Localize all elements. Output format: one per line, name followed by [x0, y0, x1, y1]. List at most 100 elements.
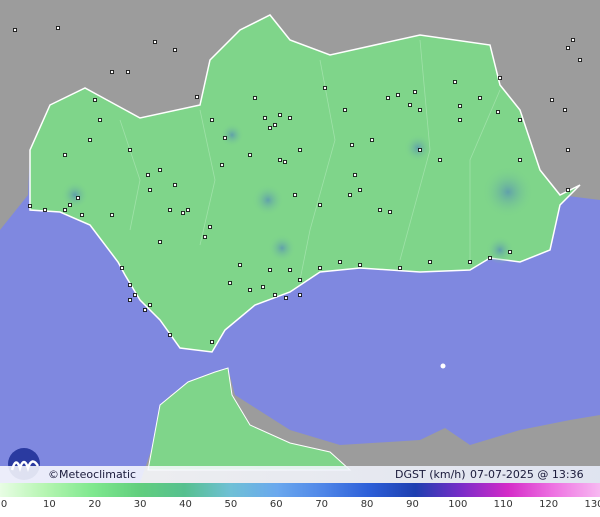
station-marker [210, 340, 214, 344]
station-marker [253, 96, 257, 100]
station-marker [56, 26, 60, 30]
alboran-island [440, 363, 446, 369]
station-marker [350, 143, 354, 147]
station-marker [428, 260, 432, 264]
station-marker [508, 250, 512, 254]
station-marker [566, 148, 570, 152]
station-marker [13, 28, 17, 32]
station-marker [28, 204, 32, 208]
station-marker [203, 235, 207, 239]
legend-tick: 20 [88, 499, 102, 510]
color-legend: 0 10 20 30 40 50 60 70 80 90 100 110 120 130 [0, 483, 600, 517]
legend-color-bar [0, 483, 600, 497]
station-marker [120, 266, 124, 270]
legend-tick: 30 [133, 499, 147, 510]
station-marker [550, 98, 554, 102]
station-marker [76, 196, 80, 200]
legend-tick: 130 [584, 499, 600, 510]
legend-tick: 100 [448, 499, 468, 510]
wind-hotspot [220, 123, 244, 147]
station-marker [578, 58, 582, 62]
station-marker [353, 173, 357, 177]
station-marker [273, 123, 277, 127]
station-marker [268, 268, 272, 272]
station-marker [571, 38, 575, 42]
station-marker [343, 108, 347, 112]
station-marker [288, 268, 292, 272]
station-marker [98, 118, 102, 122]
station-marker [220, 163, 224, 167]
station-marker [386, 96, 390, 100]
station-marker [148, 303, 152, 307]
station-marker [388, 210, 392, 214]
station-marker [208, 225, 212, 229]
station-marker [80, 213, 84, 217]
station-marker [338, 260, 342, 264]
map-view[interactable] [0, 0, 600, 483]
station-marker [133, 293, 137, 297]
station-marker [143, 308, 147, 312]
station-marker [128, 283, 132, 287]
station-marker [458, 118, 462, 122]
station-marker [413, 90, 417, 94]
station-marker [88, 138, 92, 142]
station-marker [563, 108, 567, 112]
station-marker [210, 118, 214, 122]
station-marker [146, 173, 150, 177]
station-marker [168, 208, 172, 212]
variable-label: DGST (km/h) [395, 468, 466, 481]
station-marker [126, 70, 130, 74]
station-marker [453, 80, 457, 84]
station-marker [181, 211, 185, 215]
station-marker [158, 168, 162, 172]
wind-hotspot [482, 166, 534, 218]
station-marker [478, 96, 482, 100]
station-marker [468, 260, 472, 264]
station-marker [318, 266, 322, 270]
station-marker [298, 148, 302, 152]
station-marker [173, 48, 177, 52]
station-marker [63, 208, 67, 212]
legend-tick: 70 [315, 499, 329, 510]
station-marker [223, 136, 227, 140]
station-marker [110, 213, 114, 217]
station-marker [318, 203, 322, 207]
station-marker [418, 148, 422, 152]
station-marker [458, 104, 462, 108]
station-marker [110, 70, 114, 74]
station-marker [195, 95, 199, 99]
station-marker [293, 193, 297, 197]
station-marker [348, 193, 352, 197]
wind-hotspot [252, 184, 284, 216]
station-marker [418, 108, 422, 112]
station-marker [43, 208, 47, 212]
station-marker [93, 98, 97, 102]
station-marker [298, 278, 302, 282]
station-marker [278, 113, 282, 117]
station-marker [566, 46, 570, 50]
station-marker [398, 266, 402, 270]
legend-tick: 110 [493, 499, 513, 510]
brand-label: ©Meteoclimatic [48, 468, 137, 481]
legend-tick: 90 [406, 499, 419, 510]
station-marker [168, 333, 172, 337]
station-marker [298, 293, 302, 297]
legend-tick: 0 [0, 499, 8, 510]
map-footer: ©Meteoclimatic DGST (km/h) 07-07-2025 @ … [0, 466, 600, 496]
station-marker [173, 183, 177, 187]
legend-tick: 50 [224, 499, 238, 510]
station-marker [358, 263, 362, 267]
station-marker [261, 285, 265, 289]
station-marker [248, 288, 252, 292]
station-marker [518, 158, 522, 162]
wind-hotspot [268, 234, 296, 262]
legend-tick: 10 [43, 499, 56, 510]
station-marker [396, 93, 400, 97]
wind-hotspot [61, 181, 89, 209]
legend-tick: 120 [539, 499, 559, 510]
station-marker [128, 298, 132, 302]
station-marker [498, 76, 502, 80]
station-marker [273, 293, 277, 297]
station-marker [284, 296, 288, 300]
station-marker [228, 281, 232, 285]
